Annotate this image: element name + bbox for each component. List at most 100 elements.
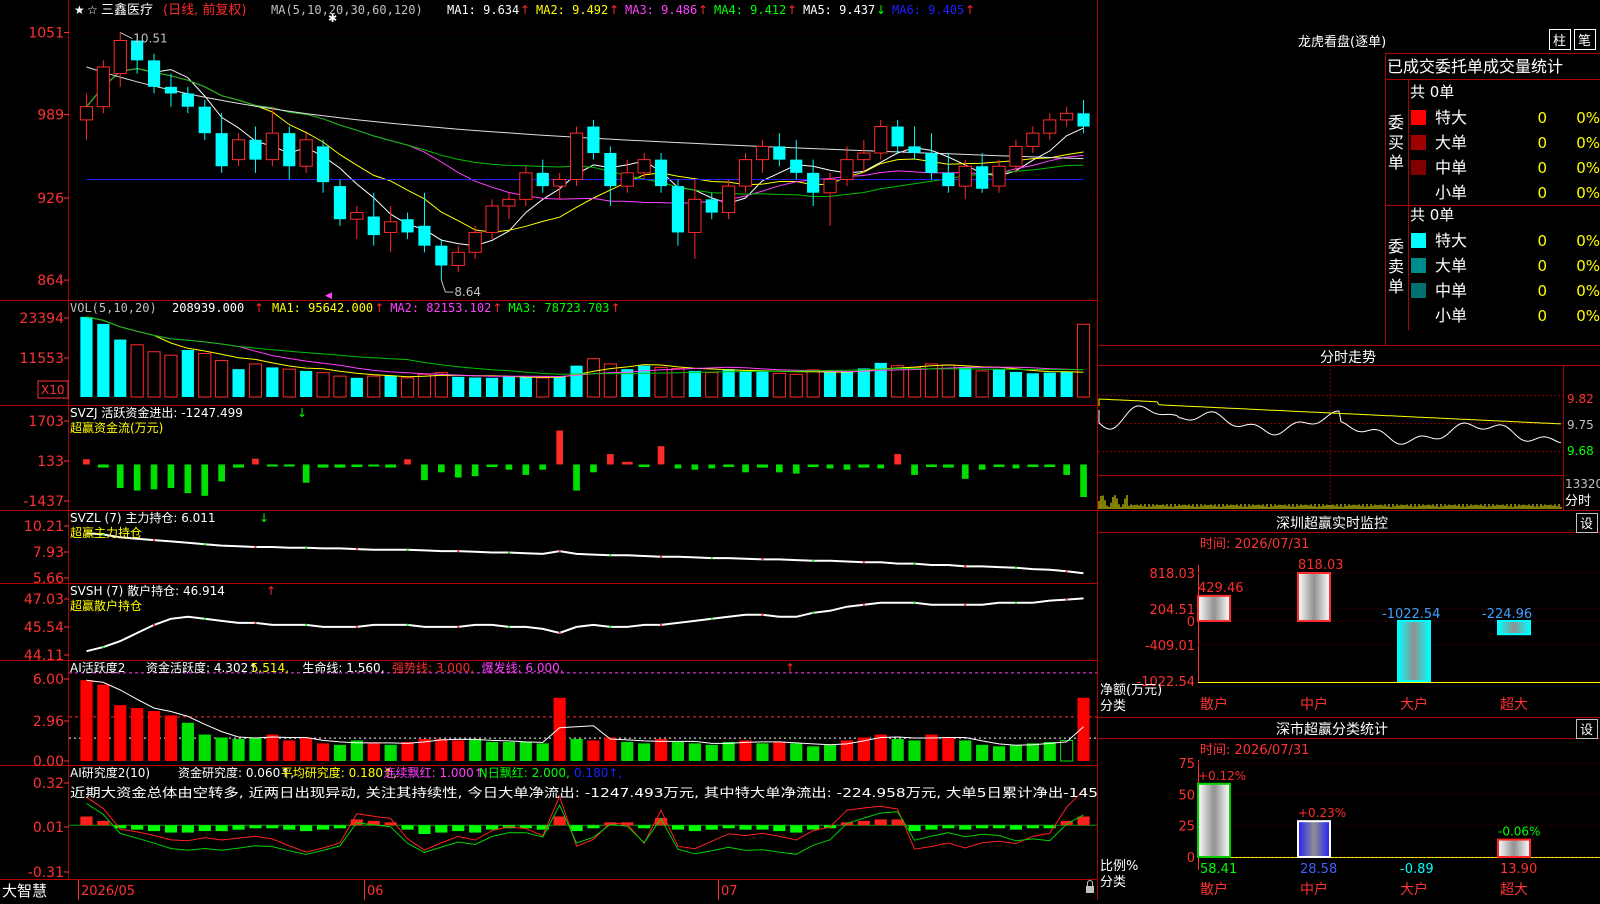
candle[interactable] (181, 93, 194, 107)
candle[interactable] (620, 172, 634, 187)
volume-bar[interactable] (570, 365, 583, 397)
svzj-bar[interactable] (961, 464, 969, 479)
volume-bar[interactable] (147, 351, 161, 398)
svzj-bar[interactable] (925, 464, 937, 468)
svzj-bar[interactable] (1063, 464, 1070, 475)
ai1-bar[interactable] (722, 741, 735, 761)
volume-bar[interactable] (316, 372, 330, 398)
svzj-bar[interactable] (621, 461, 633, 465)
svzj-bar[interactable] (607, 454, 614, 465)
candle[interactable] (654, 159, 668, 187)
ai2-bar[interactable] (401, 825, 414, 830)
classify-chart[interactable]: 75 50 25 0 +0.12% 58.41 散户 +0.23% 28.58 中户 -0.89 大户… (1178, 757, 1600, 898)
volume-bars[interactable] (80, 316, 1091, 398)
ai2-bar[interactable] (756, 825, 769, 830)
svzj-bar[interactable] (807, 464, 819, 468)
volume-bar[interactable] (80, 316, 93, 397)
ai1-bar[interactable] (959, 740, 972, 761)
candle[interactable] (96, 66, 110, 108)
ai2-bar[interactable] (739, 825, 752, 830)
volume-bar[interactable] (907, 366, 922, 398)
svzj-bar[interactable] (351, 464, 363, 468)
svzj-bar[interactable] (708, 464, 716, 469)
ai1-bar[interactable] (147, 711, 161, 761)
svzj-bar[interactable] (454, 464, 462, 478)
ai1-bar[interactable] (638, 743, 651, 761)
ai2-bar[interactable] (773, 825, 786, 832)
ai2-bar[interactable] (266, 825, 279, 829)
candle[interactable] (604, 153, 617, 187)
candle[interactable] (367, 216, 380, 236)
volume-bar[interactable] (215, 359, 229, 398)
volume-bar[interactable] (434, 372, 448, 398)
ai1-bar[interactable] (1043, 741, 1056, 761)
classify-bar-0[interactable] (1197, 782, 1231, 858)
ai2-bar[interactable] (570, 825, 583, 832)
candle[interactable] (384, 221, 398, 233)
ai1-bar[interactable] (164, 715, 178, 761)
volume-bar[interactable] (114, 339, 127, 397)
volume-bar[interactable] (469, 377, 482, 397)
volume-bar[interactable] (485, 377, 499, 397)
ai1-bar[interactable] (519, 741, 532, 761)
ai1-bar[interactable] (1026, 743, 1039, 761)
ai1-bar[interactable] (384, 744, 397, 761)
svzj-bar[interactable] (877, 464, 885, 469)
svzj-bar[interactable] (1012, 464, 1020, 469)
ai2-bar[interactable] (959, 825, 972, 830)
svzj-bar[interactable] (1044, 464, 1056, 468)
svsh-line-path[interactable] (86, 597, 1084, 653)
candle[interactable] (976, 166, 989, 189)
ai1-bar[interactable] (604, 737, 617, 761)
candle[interactable] (519, 172, 533, 200)
ai1-bar[interactable] (739, 740, 752, 761)
volume-bar[interactable] (282, 368, 296, 398)
volume-bar[interactable] (97, 323, 110, 397)
svzj-bar[interactable] (201, 464, 209, 496)
svzl-line[interactable] (86, 532, 1084, 575)
svzj-bar[interactable] (404, 459, 411, 465)
volume-bar[interactable] (1043, 372, 1056, 397)
candle[interactable] (671, 186, 685, 233)
svzj-bar[interactable] (266, 464, 278, 467)
candle[interactable] (569, 132, 584, 180)
candlesticks[interactable] (79, 32, 1090, 281)
ai1-bar[interactable] (536, 743, 549, 761)
volume-bar[interactable] (1060, 371, 1073, 397)
svzj-bar[interactable] (723, 464, 735, 468)
volume-bar[interactable] (232, 369, 245, 397)
candle[interactable] (468, 231, 482, 253)
volume-bar[interactable] (823, 371, 837, 397)
candle[interactable] (249, 139, 262, 160)
candle[interactable] (418, 225, 431, 246)
volume-bar[interactable] (772, 372, 786, 398)
ai2-bar[interactable] (1009, 825, 1023, 830)
ai2-bar[interactable] (316, 825, 330, 830)
monitor-chart[interactable]: 818.03204.510-409.01-1022.54429.46散户818.… (1137, 558, 1600, 713)
ai2-bar[interactable] (1077, 816, 1090, 826)
ai1-bar[interactable] (435, 738, 448, 761)
candle[interactable] (198, 106, 211, 134)
ai2-bar[interactable] (688, 825, 701, 832)
ai1-bar[interactable] (300, 737, 313, 761)
svzj-bar[interactable] (233, 464, 245, 468)
candle[interactable] (147, 60, 161, 87)
ai1-bar[interactable] (671, 741, 685, 761)
volume-bar[interactable] (333, 375, 347, 398)
candle[interactable] (553, 178, 567, 187)
svzj-bar[interactable] (978, 464, 986, 470)
candle[interactable] (215, 133, 228, 167)
ai2-bar[interactable] (131, 825, 144, 830)
svzj-bar[interactable] (83, 459, 90, 465)
volume-bar[interactable] (248, 363, 263, 398)
volume-bar[interactable] (857, 368, 870, 397)
svzj-bar[interactable] (218, 464, 225, 482)
classify-bar-3[interactable] (1497, 838, 1531, 859)
ai2-bar[interactable] (181, 825, 194, 833)
candle[interactable] (823, 178, 837, 194)
candle[interactable] (1009, 145, 1023, 167)
monitor-bar-1[interactable] (1297, 572, 1331, 622)
volume-bar[interactable] (417, 373, 432, 398)
svzj-bar[interactable] (674, 464, 682, 469)
svzj-bar[interactable] (792, 464, 800, 474)
